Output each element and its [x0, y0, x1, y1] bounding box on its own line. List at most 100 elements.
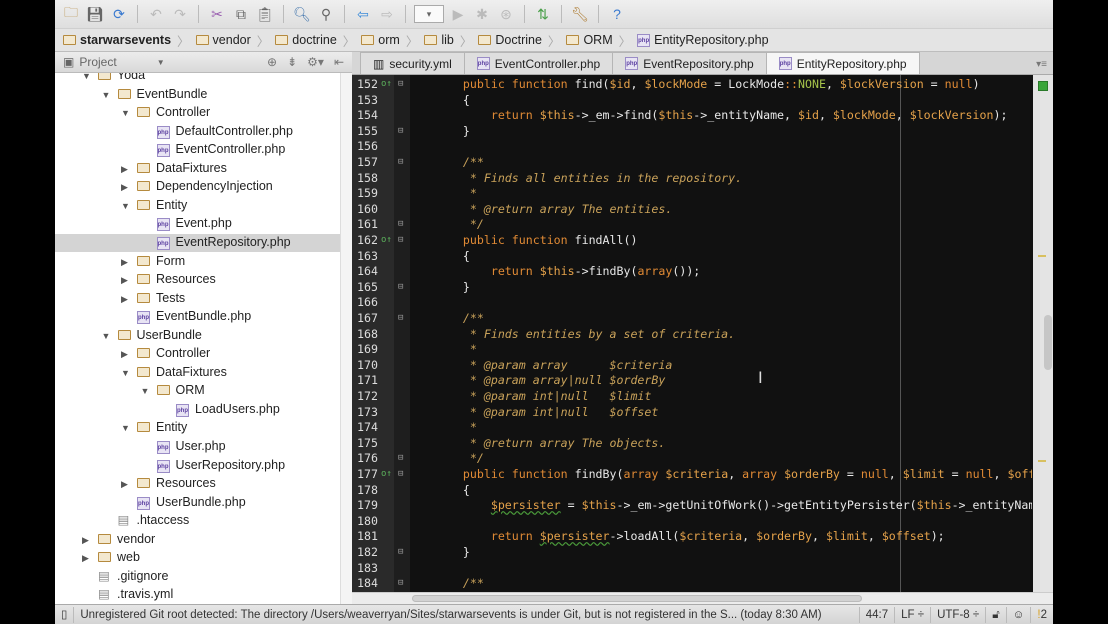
expanded-arrow-icon[interactable]: ▼	[102, 331, 111, 341]
inspector-icon[interactable]: ☺	[1007, 606, 1032, 623]
code-line[interactable]: 184 ⊟ /**	[352, 576, 1032, 592]
tree-item[interactable]: ▶ DataFixtures	[55, 160, 340, 179]
event-log-warning[interactable]: !2	[1031, 607, 1053, 623]
code-line[interactable]: 163 {	[352, 249, 1032, 265]
coverage-icon[interactable]: ⊛	[496, 4, 516, 24]
tree-scrollbar[interactable]	[340, 73, 352, 604]
fold-marker-icon[interactable]: ⊟	[398, 576, 403, 592]
expanded-arrow-icon[interactable]: ▼	[121, 368, 130, 378]
breadcrumb-item[interactable]: vendor	[195, 33, 257, 47]
tree-item[interactable]: php LoadUsers.php	[55, 401, 340, 420]
code-line[interactable]: 157 ⊟ /**	[352, 155, 1032, 171]
code-line[interactable]: 162 o↑ ⊟ public function findAll()	[352, 233, 1032, 249]
tab-entityrepository-php[interactable]: php EntityRepository.php	[765, 52, 920, 74]
editor-horizontal-scrollbar[interactable]	[352, 592, 1053, 604]
breadcrumb-item[interactable]: lib	[424, 33, 460, 47]
debug-icon[interactable]: ✱	[472, 4, 492, 24]
back-icon[interactable]: ⇦	[353, 4, 373, 24]
tree-item[interactable]: php EventController.php	[55, 141, 340, 160]
code-line[interactable]: 177 o↑ ⊟ public function findBy(array $cri…	[352, 467, 1032, 483]
expanded-arrow-icon[interactable]: ▼	[121, 201, 130, 211]
fold-marker-icon[interactable]: ⊟	[398, 233, 403, 249]
collapsed-arrow-icon[interactable]: ▶	[121, 349, 128, 360]
code-line[interactable]: 178 {	[352, 483, 1032, 499]
collapsed-arrow-icon[interactable]: ▶	[82, 535, 89, 546]
fold-marker-icon[interactable]: ⊟	[398, 467, 403, 483]
tree-item[interactable]: ▶ Resources	[55, 475, 340, 494]
code-line[interactable]: 168 * Finds entities by a set of criteri…	[352, 327, 1032, 343]
tree-item[interactable]: ▼ Entity	[55, 419, 340, 438]
tab-eventrepository-php[interactable]: php EventRepository.php	[612, 52, 767, 74]
tree-item[interactable]: ▶ Tests	[55, 290, 340, 309]
tree-item[interactable]: ▶ Controller	[55, 345, 340, 364]
breadcrumb-item[interactable]: ORM	[566, 33, 618, 47]
collapsed-arrow-icon[interactable]: ▶	[121, 164, 128, 175]
tree-item[interactable]: php UserBundle.php	[55, 494, 340, 513]
breadcrumb-item[interactable]: starwarsevents	[63, 33, 177, 47]
sync-icon[interactable]: ⟳	[109, 4, 129, 24]
code-line[interactable]: 181 return $persister->loadAll($criteria…	[352, 529, 1032, 545]
status-message[interactable]: Unregistered Git root detected: The dire…	[74, 606, 860, 623]
code-line[interactable]: 182 ⊟ }	[352, 545, 1032, 561]
cut-icon[interactable]: ✂	[207, 4, 227, 24]
code-line[interactable]: 158 * Finds all entities in the reposito…	[352, 171, 1032, 187]
tree-item[interactable]: ▼ UserBundle	[55, 327, 340, 346]
code-line[interactable]: 179 $persister = $this->_em->getUnitOfWo…	[352, 498, 1032, 514]
tool-windows-icon[interactable]: ▯	[55, 606, 75, 623]
collapse-all-icon[interactable]: ⇟	[287, 55, 297, 69]
tree-item[interactable]: ▶ vendor	[55, 531, 340, 550]
code-line[interactable]: 170 * @param array $criteria	[352, 358, 1032, 374]
code-line[interactable]: 180	[352, 514, 1032, 530]
code-line[interactable]: 160 * @return array The entities.	[352, 202, 1032, 218]
fold-marker-icon[interactable]: ⊟	[398, 124, 403, 140]
scroll-from-source-icon[interactable]: ⊕	[267, 55, 277, 69]
replace-icon[interactable]: ⚲	[316, 4, 336, 24]
save-icon[interactable]: 💾︎	[85, 4, 105, 24]
redo-icon[interactable]: ↷	[170, 4, 190, 24]
tree-item[interactable]: php DefaultController.php	[55, 123, 340, 142]
collapsed-arrow-icon[interactable]: ▶	[82, 553, 89, 564]
tab-security-yml[interactable]: ▥ security.yml	[360, 52, 465, 74]
code-line[interactable]: 176 ⊟ */	[352, 451, 1032, 467]
fold-marker-icon[interactable]: ⊟	[398, 545, 403, 561]
expanded-arrow-icon[interactable]: ▼	[121, 108, 130, 118]
override-method-icon[interactable]: o↑	[381, 467, 392, 483]
vcs-icon[interactable]: ⇅	[533, 4, 553, 24]
hide-panel-icon[interactable]: ⇤	[334, 55, 344, 69]
code-line[interactable]: 174 *	[352, 420, 1032, 436]
editor-vertical-scrollbar[interactable]	[1033, 75, 1053, 592]
collapsed-arrow-icon[interactable]: ▶	[121, 479, 128, 490]
fold-marker-icon[interactable]: ⊟	[398, 311, 403, 327]
code-line[interactable]: 159 *	[352, 186, 1032, 202]
settings-icon[interactable]: 🔧︎	[570, 4, 590, 24]
code-line[interactable]: 173 * @param int|null $offset	[352, 405, 1032, 421]
scrollbar-thumb[interactable]	[1044, 315, 1052, 370]
fold-marker-icon[interactable]: ⊟	[398, 280, 403, 296]
copy-icon[interactable]: ⧉	[231, 4, 251, 24]
chevron-down-icon[interactable]: ▼	[157, 58, 165, 67]
tree-item[interactable]: ▶ Resources	[55, 271, 340, 290]
expanded-arrow-icon[interactable]: ▼	[102, 90, 111, 100]
collapsed-arrow-icon[interactable]: ▶	[121, 182, 128, 193]
code-line[interactable]: 167 ⊟ /**	[352, 311, 1032, 327]
tree-item[interactable]: ▼ Yoda	[55, 73, 340, 86]
run-config-dropdown[interactable]: ▾	[414, 5, 444, 23]
fold-marker-icon[interactable]: ⊟	[398, 451, 403, 467]
fold-marker-icon[interactable]: ⊟	[398, 77, 403, 93]
tree-item[interactable]: ▼ Entity	[55, 197, 340, 216]
collapsed-arrow-icon[interactable]: ▶	[121, 275, 128, 286]
code-line[interactable]: 172 * @param int|null $limit	[352, 389, 1032, 405]
warning-stripe[interactable]	[1038, 460, 1046, 462]
undo-icon[interactable]: ↶	[146, 4, 166, 24]
project-view-select[interactable]: Project	[79, 55, 116, 69]
code-line[interactable]: 183	[352, 561, 1032, 577]
breadcrumb-item[interactable]: php EntityRepository.php	[637, 33, 774, 47]
tree-item[interactable]: ▤ .gitignore	[55, 568, 340, 587]
help-icon[interactable]: ?	[607, 4, 627, 24]
tree-item[interactable]: php UserRepository.php	[55, 457, 340, 476]
code-line[interactable]: 155 ⊟ }	[352, 124, 1032, 140]
breadcrumb-item[interactable]: Doctrine	[478, 33, 548, 47]
tree-item[interactable]: php Event.php	[55, 215, 340, 234]
expanded-arrow-icon[interactable]: ▼	[141, 386, 150, 396]
collapsed-arrow-icon[interactable]: ▶	[121, 294, 128, 305]
